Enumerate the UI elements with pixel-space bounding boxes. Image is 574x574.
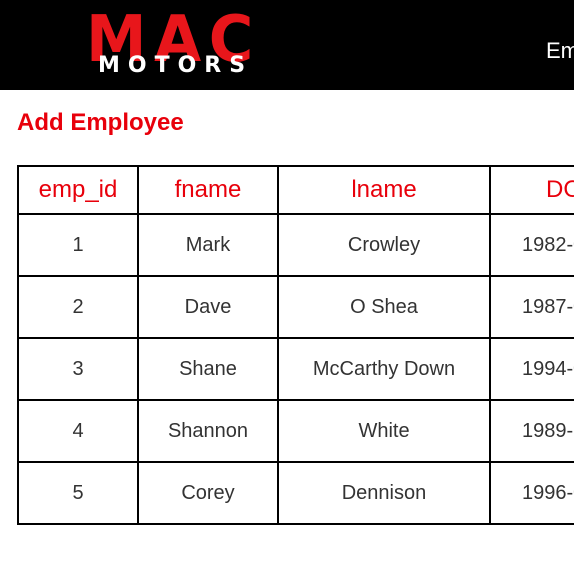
cell-lname: Dennison	[277, 461, 491, 525]
column-header-fname: fname	[137, 165, 279, 215]
cell-lname: O Shea	[277, 275, 491, 339]
table-row: 5 Corey Dennison 1996-0	[17, 461, 574, 525]
cell-lname: White	[277, 399, 491, 463]
cell-fname: Shane	[137, 337, 279, 401]
add-employee-link[interactable]: Add Employee	[17, 108, 184, 138]
cell-fname: Mark	[137, 213, 279, 277]
table-row: 2 Dave O Shea 1987-0	[17, 275, 574, 339]
table-row: 1 Mark Crowley 1982-0	[17, 213, 574, 277]
site-header: MAC MOTORS Employees	[0, 0, 574, 90]
cell-emp-id: 2	[17, 275, 139, 339]
cell-dob: 1989-	[489, 399, 574, 463]
mac-motors-logo[interactable]: MAC MOTORS	[86, 4, 254, 78]
cell-fname: Dave	[137, 275, 279, 339]
cell-lname: Crowley	[277, 213, 491, 277]
logo-motors-text: MOTORS	[98, 53, 254, 78]
column-header-lname: lname	[277, 165, 491, 215]
cell-dob: 1996-0	[489, 461, 574, 525]
cell-emp-id: 4	[17, 399, 139, 463]
cell-emp-id: 5	[17, 461, 139, 525]
table-row: 3 Shane McCarthy Down 1994-0	[17, 337, 574, 401]
cell-dob: 1982-0	[489, 213, 574, 277]
table-header-row: emp_id fname lname DOB	[17, 165, 574, 215]
cell-fname: Corey	[137, 461, 279, 525]
cell-fname: Shannon	[137, 399, 279, 463]
table-row: 4 Shannon White 1989-	[17, 399, 574, 463]
column-header-dob: DOB	[489, 165, 574, 215]
employee-table-container: emp_id fname lname DOB 1 Mark Crowley 19…	[17, 165, 574, 525]
nav-link-employees[interactable]: Employees	[546, 38, 574, 64]
cell-dob: 1987-0	[489, 275, 574, 339]
employee-table: emp_id fname lname DOB 1 Mark Crowley 19…	[17, 165, 574, 525]
column-header-emp-id: emp_id	[17, 165, 139, 215]
cell-dob: 1994-0	[489, 337, 574, 401]
cell-emp-id: 1	[17, 213, 139, 277]
cell-lname: McCarthy Down	[277, 337, 491, 401]
cell-emp-id: 3	[17, 337, 139, 401]
